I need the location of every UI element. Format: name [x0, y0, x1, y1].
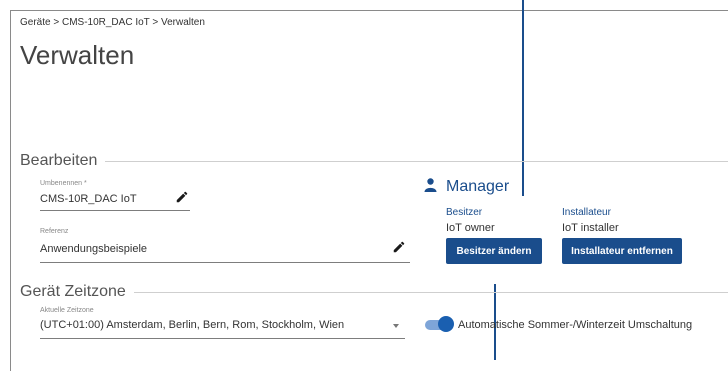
- page-title: Verwalten: [20, 40, 135, 70]
- change-owner-button[interactable]: Besitzer ändern: [446, 238, 542, 264]
- owner-label: Besitzer: [446, 207, 483, 218]
- reference-underline: [40, 262, 410, 263]
- installer-value: IoT installer: [562, 222, 619, 234]
- manager-title: Manager: [446, 178, 510, 195]
- section-divider-edit: [20, 161, 728, 162]
- pencil-icon[interactable]: [392, 240, 406, 254]
- section-title-timezone: Gerät Zeitzone: [20, 283, 134, 301]
- chevron-down-icon[interactable]: [393, 324, 399, 328]
- timezone-label: Aktuelle Zeitzone: [40, 307, 94, 314]
- breadcrumb[interactable]: Geräte > CMS-10R_DAC IoT > Verwalten: [20, 17, 205, 28]
- rename-input[interactable]: CMS-10R_DAC IoT: [40, 193, 137, 205]
- timezone-underline: [40, 338, 405, 339]
- remove-installer-button[interactable]: Installateur entfernen: [562, 238, 682, 264]
- pencil-icon[interactable]: [175, 190, 189, 204]
- owner-value: IoT owner: [446, 222, 495, 234]
- dst-toggle-knob[interactable]: [438, 316, 454, 332]
- annotation-line-top: [522, 0, 524, 196]
- section-title-edit: Bearbeiten: [20, 152, 106, 170]
- person-icon: [424, 178, 437, 192]
- reference-label: Referenz: [40, 228, 69, 235]
- rename-label: Umbenennen *: [40, 180, 87, 187]
- installer-label: Installateur: [562, 207, 611, 218]
- timezone-select[interactable]: (UTC+01:00) Amsterdam, Berlin, Bern, Rom…: [40, 319, 344, 331]
- rename-underline: [40, 210, 190, 211]
- reference-input[interactable]: Anwendungsbeispiele: [40, 243, 147, 255]
- dst-toggle-label: Automatische Sommer-/Winterzeit Umschalt…: [458, 319, 693, 331]
